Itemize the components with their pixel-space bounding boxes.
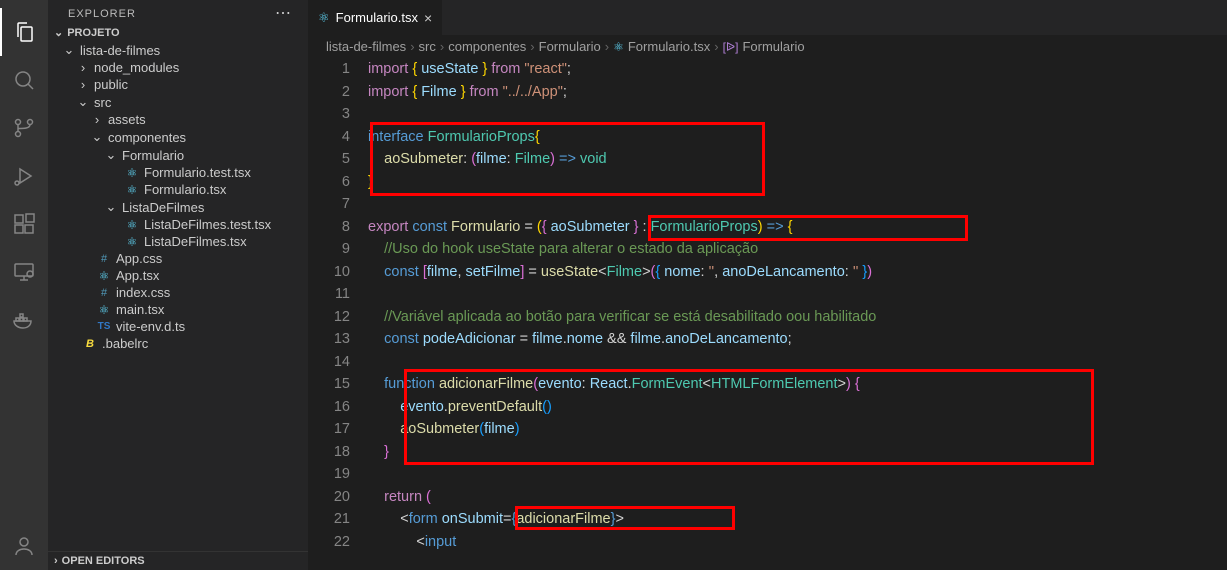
code-line: return (	[368, 486, 1227, 509]
editor: ⚛ Formulario.tsx × lista-de-filmes› src›…	[308, 0, 1227, 570]
babel-icon: B	[82, 338, 98, 350]
folder-assets[interactable]: ›assets	[48, 111, 308, 128]
react-icon: ⚛	[124, 218, 140, 232]
chevron-down-icon: ⌄	[104, 199, 118, 215]
extensions-icon[interactable]	[0, 200, 48, 248]
file-listadefilmes-test[interactable]: ⚛ListaDeFilmes.test.tsx	[48, 216, 308, 233]
symbol-variable-icon: [ᐉ]	[723, 40, 739, 54]
explorer-title: EXPLORER	[68, 8, 136, 20]
code-line	[368, 103, 1227, 126]
code-line: const podeAdicionar = filme.nome && film…	[368, 328, 1227, 351]
gutter: 12345678910111213141516171819202122	[308, 58, 368, 570]
chevron-right-icon: ›	[76, 77, 90, 92]
code-line: export const Formulario = ({ aoSubmeter …	[368, 216, 1227, 239]
folder-listadefilmes[interactable]: ⌄ListaDeFilmes	[48, 198, 308, 216]
chevron-down-icon: ⌄	[62, 42, 76, 58]
tab-bar: ⚛ Formulario.tsx ×	[308, 0, 1227, 35]
close-icon[interactable]: ×	[424, 10, 432, 26]
react-icon: ⚛	[318, 10, 330, 26]
code-line: aoSubmeter: (filme: Filme) => void	[368, 148, 1227, 171]
code-line: }	[368, 171, 1227, 194]
code-line	[368, 283, 1227, 306]
file-index-css[interactable]: #index.css	[48, 284, 308, 301]
react-icon: ⚛	[96, 269, 112, 283]
css-icon: #	[96, 253, 112, 265]
code-area[interactable]: 12345678910111213141516171819202122 impo…	[308, 58, 1227, 570]
breadcrumbs[interactable]: lista-de-filmes› src› componentes› Formu…	[308, 35, 1227, 58]
folder-src[interactable]: ⌄src	[48, 93, 308, 111]
chevron-right-icon: ›	[54, 555, 58, 567]
folder-formulario[interactable]: ⌄Formulario	[48, 146, 308, 164]
source-control-icon[interactable]	[0, 104, 48, 152]
tab-label: Formulario.tsx	[336, 10, 418, 25]
run-debug-icon[interactable]	[0, 152, 48, 200]
chevron-down-icon: ⌄	[76, 94, 90, 110]
accounts-icon[interactable]	[0, 522, 48, 570]
ts-icon: TS	[96, 321, 112, 332]
code-line: //Variável aplicada ao botão para verifi…	[368, 306, 1227, 329]
search-icon[interactable]	[0, 56, 48, 104]
folder-componentes[interactable]: ⌄componentes	[48, 128, 308, 146]
chevron-right-icon: ›	[90, 112, 104, 127]
file-vite-env[interactable]: TSvite-env.d.ts	[48, 318, 308, 335]
react-icon: ⚛	[124, 166, 140, 180]
code-line: const [filme, setFilme] = useState<Filme…	[368, 261, 1227, 284]
folder-root[interactable]: ⌄lista-de-filmes	[48, 41, 308, 59]
chevron-down-icon: ⌄	[104, 147, 118, 163]
code-line: <form onSubmit={adicionarFilme}>	[368, 508, 1227, 531]
file-listadefilmes-tsx[interactable]: ⚛ListaDeFilmes.tsx	[48, 233, 308, 250]
react-icon: ⚛	[613, 40, 624, 54]
docker-icon[interactable]	[0, 296, 48, 344]
folder-node-modules[interactable]: ›node_modules	[48, 59, 308, 76]
tab-formulario[interactable]: ⚛ Formulario.tsx ×	[308, 0, 443, 35]
code-line: }	[368, 441, 1227, 464]
file-formulario-tsx[interactable]: ⚛Formulario.tsx	[48, 181, 308, 198]
chevron-down-icon: ⌄	[54, 26, 63, 39]
react-icon: ⚛	[124, 183, 140, 197]
css-icon: #	[96, 287, 112, 299]
code-line: <input	[368, 531, 1227, 554]
sidebar: EXPLORER ⋯ ⌄ PROJETO ⌄lista-de-filmes ›n…	[48, 0, 308, 570]
file-babelrc[interactable]: B.babelrc	[48, 335, 308, 352]
code-line: function adicionarFilme(evento: React.Fo…	[368, 373, 1227, 396]
file-formulario-test[interactable]: ⚛Formulario.test.tsx	[48, 164, 308, 181]
folder-public[interactable]: ›public	[48, 76, 308, 93]
file-app-css[interactable]: #App.css	[48, 250, 308, 267]
code-line	[368, 463, 1227, 486]
code-line	[368, 351, 1227, 374]
chevron-right-icon: ›	[76, 60, 90, 75]
file-main-tsx[interactable]: ⚛main.tsx	[48, 301, 308, 318]
explorer-icon[interactable]	[0, 8, 48, 56]
code-line: aoSubmeter(filme)	[368, 418, 1227, 441]
code-line: interface FormularioProps{	[368, 126, 1227, 149]
code-line: import { Filme } from "../../App";	[368, 81, 1227, 104]
activity-bar	[0, 0, 48, 570]
code-line: //Uso do hook useState para alterar o es…	[368, 238, 1227, 261]
code-line	[368, 193, 1227, 216]
react-icon: ⚛	[96, 303, 112, 317]
react-icon: ⚛	[124, 235, 140, 249]
project-section[interactable]: ⌄ PROJETO	[48, 24, 308, 41]
more-icon[interactable]: ⋯	[275, 8, 292, 20]
code-line: import { useState } from "react";	[368, 58, 1227, 81]
code-lines[interactable]: import { useState } from "react"; import…	[368, 58, 1227, 570]
file-app-tsx[interactable]: ⚛App.tsx	[48, 267, 308, 284]
code-line: evento.preventDefault()	[368, 396, 1227, 419]
remote-explorer-icon[interactable]	[0, 248, 48, 296]
chevron-down-icon: ⌄	[90, 129, 104, 145]
open-editors-section[interactable]: › OPEN EDITORS	[48, 551, 308, 570]
